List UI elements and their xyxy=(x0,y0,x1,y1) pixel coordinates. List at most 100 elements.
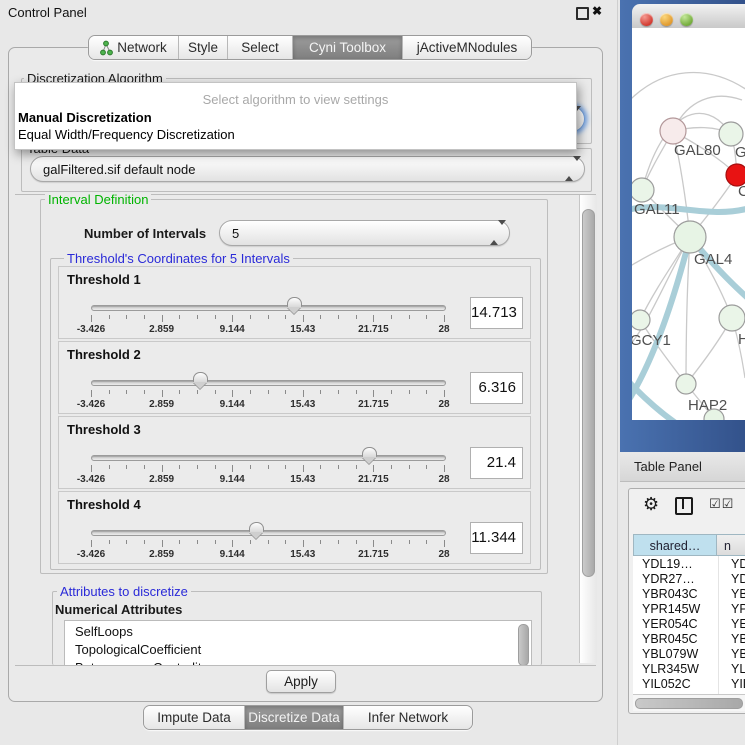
table-row[interactable]: YPR145WYPR1 xyxy=(638,602,745,617)
split-table-icon[interactable] xyxy=(675,497,693,515)
attribute-list-item[interactable]: SelfLoops xyxy=(65,623,531,641)
threshold-slider-thumb[interactable] xyxy=(362,447,377,464)
slider-tick xyxy=(303,465,304,472)
network-window-titlebar[interactable] xyxy=(632,4,745,29)
slider-tick xyxy=(250,540,251,544)
slider-tick xyxy=(320,465,321,469)
slider-tick-label: 28 xyxy=(414,399,474,410)
slider-tick xyxy=(109,465,110,469)
num-intervals-combobox[interactable]: 5 xyxy=(219,220,510,246)
slider-tick xyxy=(232,390,233,397)
threshold-slider-track[interactable] xyxy=(91,455,446,461)
float-window-icon[interactable] xyxy=(576,7,589,20)
network-node[interactable] xyxy=(660,118,686,144)
close-icon[interactable]: ✖ xyxy=(592,4,602,18)
minimize-traffic-light-icon[interactable] xyxy=(660,13,673,26)
slider-tick xyxy=(162,390,163,397)
table-row[interactable]: YER054CYER0 xyxy=(638,617,745,632)
tab-select[interactable]: Select xyxy=(228,36,293,59)
slider-tick xyxy=(197,540,198,544)
threshold-label: Threshold 4 xyxy=(67,497,141,512)
tab-cyni-toolbox[interactable]: Cyni Toolbox xyxy=(293,36,403,59)
slider-tick xyxy=(197,465,198,469)
attribute-list-item[interactable]: BetweennessCentrality xyxy=(65,659,531,666)
table-hscrollbar[interactable] xyxy=(633,694,745,711)
algorithm-option[interactable]: Manual Discretization xyxy=(15,109,576,126)
network-node[interactable] xyxy=(632,310,650,330)
table-data-combobox[interactable]: galFiltered.sif default node xyxy=(30,156,585,182)
network-node[interactable] xyxy=(719,122,743,146)
threshold-value-field[interactable]: 14.713 xyxy=(470,297,523,329)
tab-label: Network xyxy=(117,36,167,59)
tab-jactivemnodules[interactable]: jActiveMNodules xyxy=(403,36,531,59)
thumb-point xyxy=(193,382,207,389)
table-row[interactable]: YBR045CYBR0 xyxy=(638,632,745,647)
slider-tick xyxy=(91,315,92,322)
network-node[interactable] xyxy=(719,305,745,331)
table-row[interactable]: YDR27…YDR2 xyxy=(638,572,745,587)
numerical-attributes-label: Numerical Attributes xyxy=(55,602,182,617)
network-edge[interactable] xyxy=(632,73,745,103)
screen: Control Panel ✖ NetworkStyleSelectCyni T… xyxy=(0,0,745,745)
slider-tick xyxy=(303,540,304,547)
threshold-slider-thumb[interactable] xyxy=(287,297,302,314)
close-traffic-light-icon[interactable] xyxy=(640,13,653,26)
table-row[interactable]: YDL19…YDL1 xyxy=(638,557,745,572)
slider-tick xyxy=(409,390,410,394)
slider-tick xyxy=(373,540,374,547)
tab-discretize-data[interactable]: Discretize Data xyxy=(245,706,344,729)
tab-network[interactable]: Network xyxy=(89,36,179,59)
bottom-tab-bar: Impute DataDiscretize DataInfer Network xyxy=(143,705,473,730)
tab-impute-data[interactable]: Impute Data xyxy=(144,706,245,729)
apply-button[interactable]: Apply xyxy=(266,670,336,693)
threshold-slider-track[interactable] xyxy=(91,305,446,311)
select-columns-icon[interactable]: ☑☑ xyxy=(709,497,734,512)
attributes-list-scrollbar-thumb[interactable] xyxy=(518,624,529,666)
numerical-attributes-list[interactable]: SelfLoopsTopologicalCoefficientBetweenne… xyxy=(64,620,532,666)
slider-tick xyxy=(373,315,374,322)
attribute-list-item[interactable]: TopologicalCoefficient xyxy=(65,641,531,659)
settings-scrollbar-thumb[interactable] xyxy=(582,209,595,577)
table-header-shared-name[interactable]: shared… xyxy=(633,534,717,556)
table-row[interactable]: YIL052CYIL0 xyxy=(638,677,745,692)
threshold-value-field[interactable]: 21.4 xyxy=(470,447,523,479)
threshold-slider-thumb[interactable] xyxy=(249,522,264,539)
table-header-name[interactable]: n xyxy=(717,534,745,556)
slider-tick xyxy=(320,390,321,394)
network-graph[interactable]: GAL80GCGAL11GAL4GCY1HHAP2 xyxy=(632,28,745,420)
combo-stepper-icon xyxy=(565,161,574,176)
slider-tick-label: 2.859 xyxy=(132,474,192,485)
table-row[interactable]: YLR345WYLR3 xyxy=(638,662,745,677)
threshold-panel: Threshold 1-3.4262.8599.14415.4321.71528… xyxy=(58,266,531,339)
table-body[interactable]: YDL19…YDL1YDR27…YDR2YBR043CYBR0YPR145WYP… xyxy=(633,556,745,694)
slider-tick xyxy=(179,315,180,319)
network-node-label: GAL4 xyxy=(694,251,732,268)
network-node[interactable] xyxy=(674,221,706,253)
threshold-slider-track[interactable] xyxy=(91,530,446,536)
thumb-cap xyxy=(287,297,302,307)
slider-tick xyxy=(444,315,445,322)
table-row[interactable]: YBL079WYBL0 xyxy=(638,647,745,662)
slider-tick xyxy=(426,390,427,394)
table-panel-title: Table Panel xyxy=(634,459,702,474)
tab-style[interactable]: Style xyxy=(179,36,228,59)
network-node[interactable] xyxy=(632,178,654,202)
settings-scrollbar[interactable] xyxy=(579,195,597,663)
network-canvas[interactable]: GAL80GCGAL11GAL4GCY1HHAP2 xyxy=(632,28,745,420)
slider-tick xyxy=(444,540,445,547)
gear-icon[interactable]: ⚙ xyxy=(643,494,659,515)
threshold-slider-track[interactable] xyxy=(91,380,446,386)
slider-tick xyxy=(320,540,321,544)
table-hscrollbar-thumb[interactable] xyxy=(635,698,743,709)
threshold-value-field[interactable]: 6.316 xyxy=(470,372,523,404)
threshold-slider-thumb[interactable] xyxy=(193,372,208,389)
slider-tick-label: -3.426 xyxy=(61,549,121,560)
tab-infer-network[interactable]: Infer Network xyxy=(344,706,472,729)
slider-tick xyxy=(268,390,269,394)
algorithm-option[interactable]: Equal Width/Frequency Discretization xyxy=(15,126,576,143)
table-row[interactable]: YBR043CYBR0 xyxy=(638,587,745,602)
threshold-value-field[interactable]: 11.344 xyxy=(470,522,523,554)
slider-tick xyxy=(409,540,410,544)
zoom-traffic-light-icon[interactable] xyxy=(680,13,693,26)
network-node[interactable] xyxy=(676,374,696,394)
